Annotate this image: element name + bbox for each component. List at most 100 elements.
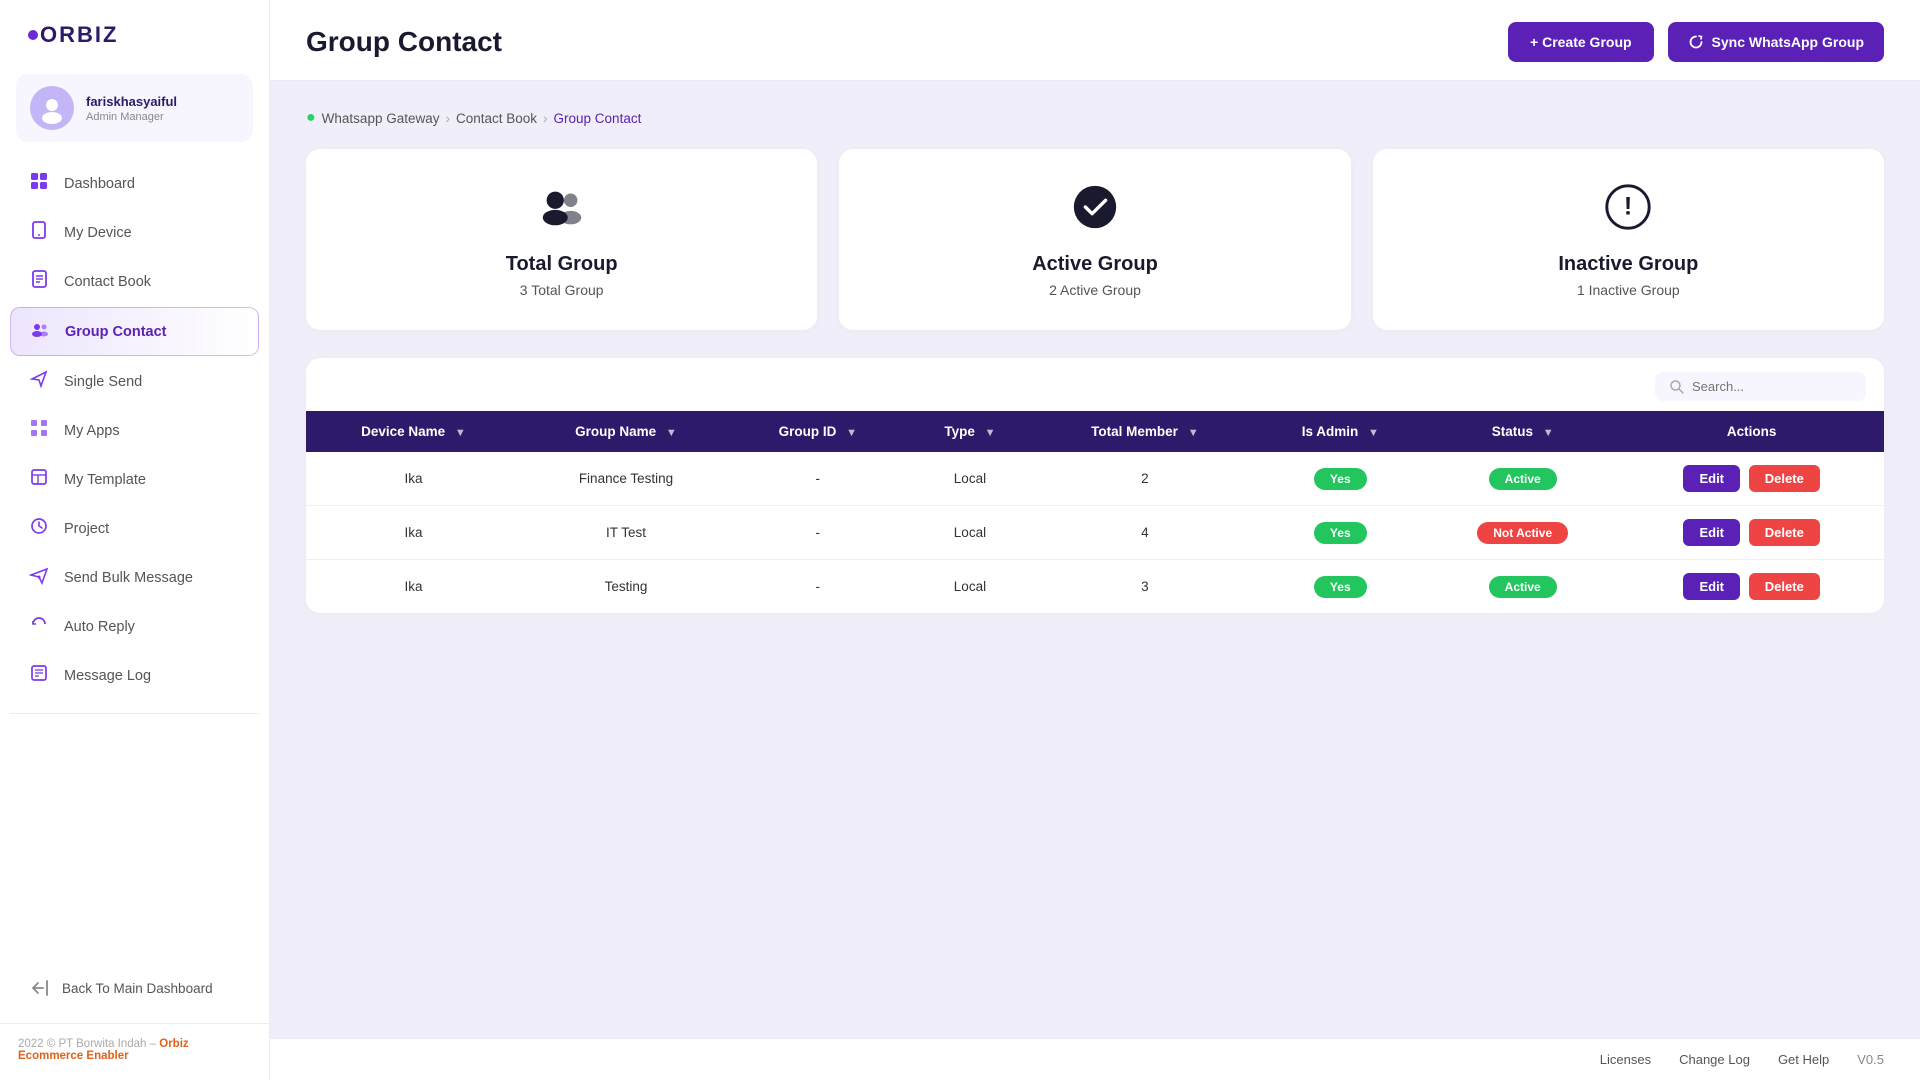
cell-actions: Edit Delete bbox=[1619, 452, 1884, 506]
cell-group-id: - bbox=[731, 506, 905, 560]
sidebar-item-contact-book[interactable]: Contact Book bbox=[10, 258, 259, 305]
inactive-group-icon: ! bbox=[1602, 181, 1654, 243]
inactive-group-label: Inactive Group bbox=[1558, 253, 1698, 276]
sidebar-item-message-log[interactable]: Message Log bbox=[10, 652, 259, 699]
col-device-name: Device Name ▼ bbox=[306, 411, 521, 452]
stat-card-inactive: ! Inactive Group 1 Inactive Group bbox=[1373, 149, 1884, 330]
sidebar-label-send-bulk: Send Bulk Message bbox=[64, 570, 193, 586]
footer-version: V0.5 bbox=[1857, 1052, 1884, 1067]
sync-icon bbox=[1688, 34, 1704, 50]
table-section: Device Name ▼ Group Name ▼ Group ID ▼ bbox=[306, 358, 1884, 613]
avatar bbox=[30, 86, 74, 130]
filter-icon-group[interactable]: ▼ bbox=[666, 427, 677, 439]
delete-button[interactable]: Delete bbox=[1749, 519, 1820, 546]
table-row: Ika Testing - Local 3 Yes Active Edit De… bbox=[306, 560, 1884, 614]
log-icon bbox=[28, 663, 50, 688]
user-role: Admin Manager bbox=[86, 111, 177, 123]
breadcrumb-group-contact: Group Contact bbox=[554, 111, 642, 126]
sidebar: ORBIZ fariskhasyaiful Admin Manager Dash… bbox=[0, 0, 270, 1080]
breadcrumb-whatsapp: Whatsapp Gateway bbox=[322, 111, 440, 126]
col-group-id: Group ID ▼ bbox=[731, 411, 905, 452]
page-title: Group Contact bbox=[306, 26, 502, 58]
user-name: fariskhasyaiful bbox=[86, 94, 177, 109]
apps-icon bbox=[28, 418, 50, 443]
logo: ORBIZ bbox=[0, 0, 269, 66]
cell-status: Not Active bbox=[1426, 506, 1619, 560]
topbar-actions: + Create Group Sync WhatsApp Group bbox=[1508, 22, 1884, 62]
back-to-main[interactable]: Back To Main Dashboard bbox=[0, 963, 269, 1023]
filter-icon-id[interactable]: ▼ bbox=[846, 427, 857, 439]
cell-type: Local bbox=[905, 506, 1036, 560]
delete-button[interactable]: Delete bbox=[1749, 573, 1820, 600]
footer-get-help[interactable]: Get Help bbox=[1778, 1052, 1829, 1067]
book-icon bbox=[28, 269, 50, 294]
sidebar-item-my-template[interactable]: My Template bbox=[10, 456, 259, 503]
device-icon bbox=[28, 220, 50, 245]
cell-total-member: 4 bbox=[1035, 506, 1254, 560]
total-group-icon bbox=[536, 181, 588, 243]
whatsapp-icon: ● bbox=[306, 109, 316, 127]
bulk-icon bbox=[28, 565, 50, 590]
footer-licenses[interactable]: Licenses bbox=[1600, 1052, 1651, 1067]
filter-icon-status[interactable]: ▼ bbox=[1543, 427, 1554, 439]
cell-device: Ika bbox=[306, 560, 521, 614]
table-row: Ika IT Test - Local 4 Yes Not Active Edi… bbox=[306, 506, 1884, 560]
cell-total-member: 3 bbox=[1035, 560, 1254, 614]
edit-button[interactable]: Edit bbox=[1683, 465, 1740, 492]
cell-is-admin: Yes bbox=[1254, 452, 1426, 506]
footer-bar: Licenses Change Log Get Help V0.5 bbox=[270, 1038, 1920, 1080]
cell-status: Active bbox=[1426, 452, 1619, 506]
sidebar-item-group-contact[interactable]: Group Contact bbox=[10, 307, 259, 356]
sync-label: Sync WhatsApp Group bbox=[1712, 34, 1864, 50]
total-group-label: Total Group bbox=[506, 253, 618, 276]
filter-icon-member[interactable]: ▼ bbox=[1188, 427, 1199, 439]
filter-icon-device[interactable]: ▼ bbox=[455, 427, 466, 439]
status-badge: Active bbox=[1489, 576, 1557, 598]
sidebar-item-dashboard[interactable]: Dashboard bbox=[10, 160, 259, 207]
cell-group-name: Testing bbox=[521, 560, 731, 614]
topbar: Group Contact + Create Group Sync WhatsA… bbox=[270, 0, 1920, 81]
active-group-value: 2 Active Group bbox=[1049, 282, 1141, 298]
sidebar-item-single-send[interactable]: Single Send bbox=[10, 358, 259, 405]
sidebar-item-project[interactable]: Project bbox=[10, 505, 259, 552]
sidebar-item-my-device[interactable]: My Device bbox=[10, 209, 259, 256]
cell-total-member: 2 bbox=[1035, 452, 1254, 506]
footer-changelog[interactable]: Change Log bbox=[1679, 1052, 1750, 1067]
delete-button[interactable]: Delete bbox=[1749, 465, 1820, 492]
svg-text:!: ! bbox=[1624, 193, 1632, 221]
sidebar-label-my-template: My Template bbox=[64, 472, 146, 488]
cell-group-name: IT Test bbox=[521, 506, 731, 560]
sync-whatsapp-button[interactable]: Sync WhatsApp Group bbox=[1668, 22, 1884, 62]
group-icon bbox=[29, 319, 51, 344]
status-badge: Active bbox=[1489, 468, 1557, 490]
col-type: Type ▼ bbox=[905, 411, 1036, 452]
sidebar-label-auto-reply: Auto Reply bbox=[64, 619, 135, 635]
search-input[interactable] bbox=[1692, 379, 1852, 394]
cell-type: Local bbox=[905, 560, 1036, 614]
create-group-button[interactable]: + Create Group bbox=[1508, 22, 1654, 62]
reply-icon bbox=[28, 614, 50, 639]
cell-actions: Edit Delete bbox=[1619, 506, 1884, 560]
filter-icon-admin[interactable]: ▼ bbox=[1368, 427, 1379, 439]
sidebar-label-single-send: Single Send bbox=[64, 374, 142, 390]
col-total-member: Total Member ▼ bbox=[1035, 411, 1254, 452]
template-icon bbox=[28, 467, 50, 492]
table-header-row bbox=[306, 358, 1884, 411]
sidebar-item-send-bulk-message[interactable]: Send Bulk Message bbox=[10, 554, 259, 601]
breadcrumb-sep1: › bbox=[445, 111, 450, 126]
cell-type: Local bbox=[905, 452, 1036, 506]
col-status: Status ▼ bbox=[1426, 411, 1619, 452]
sidebar-item-auto-reply[interactable]: Auto Reply bbox=[10, 603, 259, 650]
brand-name: ORBIZ bbox=[40, 22, 118, 48]
sidebar-item-my-apps[interactable]: My Apps bbox=[10, 407, 259, 454]
sidebar-label-contact-book: Contact Book bbox=[64, 274, 151, 290]
active-group-icon bbox=[1069, 181, 1121, 243]
back-label: Back To Main Dashboard bbox=[62, 981, 213, 996]
edit-button[interactable]: Edit bbox=[1683, 519, 1740, 546]
user-info: fariskhasyaiful Admin Manager bbox=[86, 94, 177, 123]
project-icon bbox=[28, 516, 50, 541]
edit-button[interactable]: Edit bbox=[1683, 573, 1740, 600]
filter-icon-type[interactable]: ▼ bbox=[985, 427, 996, 439]
status-badge: Not Active bbox=[1477, 522, 1568, 544]
grid-icon bbox=[28, 171, 50, 196]
